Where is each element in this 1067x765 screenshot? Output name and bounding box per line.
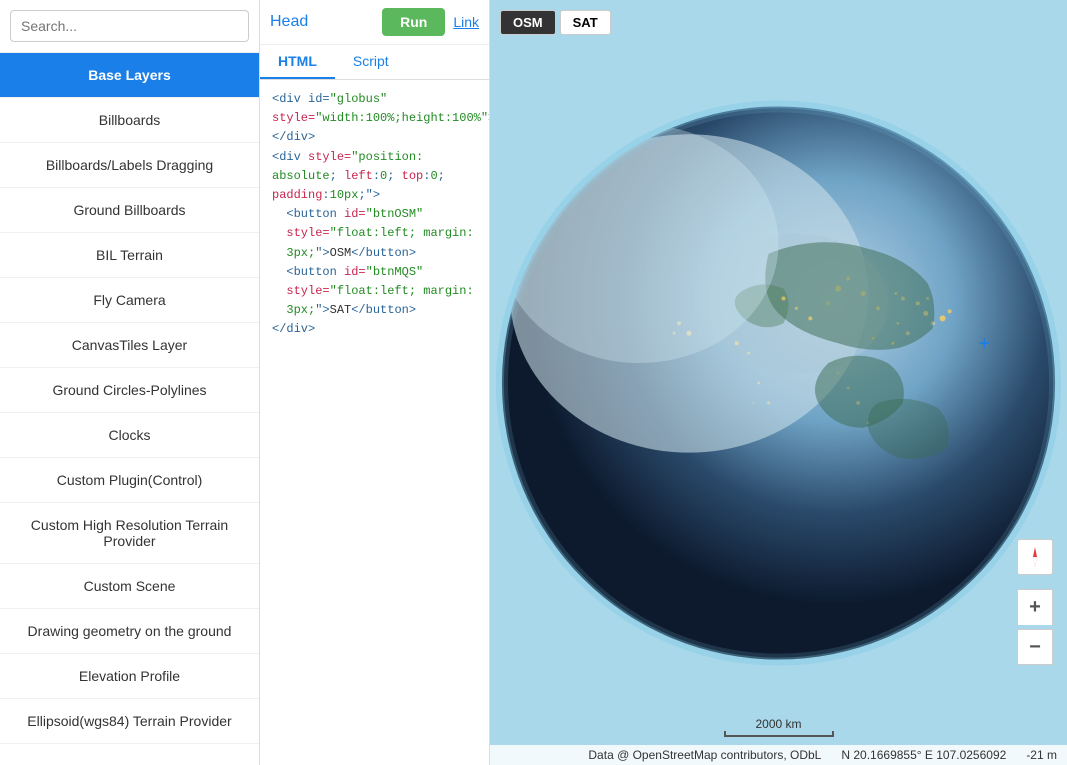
- sidebar-item-7[interactable]: Ground Circles-Polylines: [0, 368, 259, 413]
- sidebar-item-14[interactable]: Ellipsoid(wgs84) Terrain Provider: [0, 699, 259, 744]
- sidebar-item-5[interactable]: Fly Camera: [0, 278, 259, 323]
- search-box: [0, 0, 259, 53]
- sidebar-item-12[interactable]: Drawing geometry on the ground: [0, 609, 259, 654]
- code-editor[interactable]: <div id="globus" style="width:100%;heigh…: [260, 80, 489, 765]
- globe: [490, 93, 1067, 673]
- sidebar-item-8[interactable]: Clocks: [0, 413, 259, 458]
- scale-bar: 2000 km: [724, 717, 834, 737]
- sat-button[interactable]: SAT: [560, 10, 611, 35]
- sidebar: Base LayersBillboardsBillboards/Labels D…: [0, 0, 260, 765]
- sidebar-item-10[interactable]: Custom High Resolution Terrain Provider: [0, 503, 259, 564]
- elevation: -21 m: [1026, 748, 1057, 762]
- nav-list: Base LayersBillboardsBillboards/Labels D…: [0, 53, 259, 744]
- map-panel: OSM SAT: [490, 0, 1067, 765]
- scale-line: [724, 731, 834, 737]
- sidebar-item-1[interactable]: Billboards: [0, 98, 259, 143]
- sidebar-item-2[interactable]: Billboards/Labels Dragging: [0, 143, 259, 188]
- osm-button[interactable]: OSM: [500, 10, 556, 35]
- search-input[interactable]: [10, 10, 249, 42]
- sidebar-item-6[interactable]: CanvasTiles Layer: [0, 323, 259, 368]
- compass-button[interactable]: [1017, 539, 1053, 575]
- globe-container: +: [490, 0, 1067, 765]
- sidebar-item-9[interactable]: Custom Plugin(Control): [0, 458, 259, 503]
- status-bar: Data @ OpenStreetMap contributors, ODbL …: [490, 745, 1067, 765]
- attribution: Data @ OpenStreetMap contributors, ODbL: [588, 748, 821, 762]
- tab-bar: HTMLScript: [260, 45, 489, 80]
- zoom-in-button[interactable]: +: [1017, 589, 1053, 625]
- zoom-out-button[interactable]: −: [1017, 629, 1053, 665]
- head-label: Head: [270, 13, 308, 31]
- middle-panel: Head Run Link HTMLScript <div id="globus…: [260, 0, 490, 765]
- run-button[interactable]: Run: [382, 8, 445, 36]
- sidebar-item-0[interactable]: Base Layers: [0, 53, 259, 98]
- map-controls: + −: [1017, 539, 1053, 665]
- tab-html[interactable]: HTML: [260, 45, 335, 79]
- coordinates: N 20.1669855° E 107.0256092: [841, 748, 1006, 762]
- sidebar-item-11[interactable]: Custom Scene: [0, 564, 259, 609]
- tab-script[interactable]: Script: [335, 45, 407, 79]
- sidebar-item-3[interactable]: Ground Billboards: [0, 188, 259, 233]
- sidebar-item-13[interactable]: Elevation Profile: [0, 654, 259, 699]
- link-button[interactable]: Link: [453, 14, 479, 30]
- middle-header: Head Run Link: [260, 0, 489, 45]
- sidebar-item-4[interactable]: BIL Terrain: [0, 233, 259, 278]
- map-buttons: OSM SAT: [500, 10, 611, 35]
- scale-label: 2000 km: [755, 717, 801, 731]
